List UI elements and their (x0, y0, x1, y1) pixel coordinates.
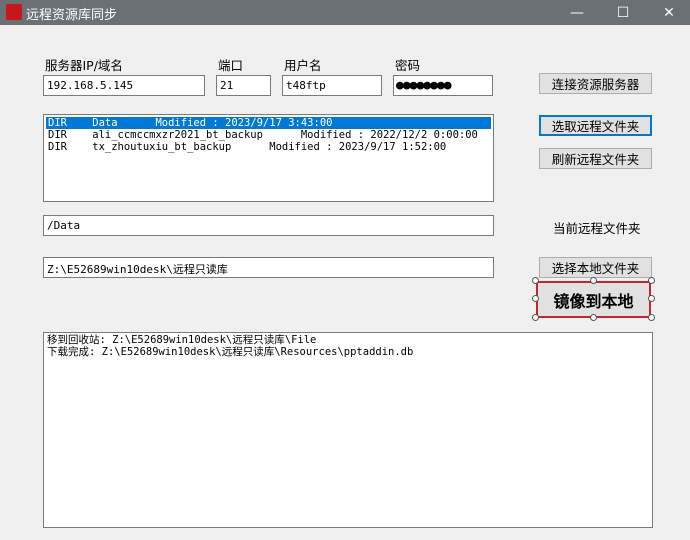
close-button[interactable]: ✕ (646, 0, 690, 25)
list-item[interactable]: DIR Data Modified : 2023/9/17 3:43:00 (46, 117, 491, 129)
minimize-button[interactable]: — (554, 0, 600, 25)
refresh-remote-folder-button[interactable]: 刷新远程文件夹 (539, 148, 652, 169)
password-input[interactable]: ●●●●●●●● (393, 75, 493, 96)
log-line: 移到回收站: Z:\E52689win10desk\远程只读库\File (47, 334, 317, 346)
resize-handle[interactable] (532, 314, 539, 321)
remote-folder-list[interactable]: DIR Data Modified : 2023/9/17 3:43:00 DI… (43, 114, 494, 202)
app-icon (6, 4, 22, 20)
username-input[interactable]: t48ftp (282, 75, 382, 96)
local-path-field[interactable]: Z:\E52689win10desk\远程只读库 (43, 257, 494, 278)
connect-server-button[interactable]: 连接资源服务器 (539, 73, 652, 94)
window-title: 远程资源库同步 (26, 8, 118, 23)
current-remote-folder-label: 当前远程文件夹 (553, 221, 641, 236)
resize-handle[interactable] (648, 314, 655, 321)
resize-handle[interactable] (648, 277, 655, 284)
remote-path-field[interactable]: /Data (43, 215, 494, 236)
log-line: 下载完成: Z:\E52689win10desk\远程只读库\Resources… (47, 346, 414, 358)
log-textarea[interactable]: 移到回收站: Z:\E52689win10desk\远程只读库\File 下载完… (43, 332, 653, 528)
resize-handle[interactable] (590, 314, 597, 321)
port-label: 端口 (218, 58, 244, 73)
list-item[interactable]: DIR tx_zhoutuxiu_bt_backup Modified : 20… (46, 141, 491, 153)
resize-handle[interactable] (532, 277, 539, 284)
port-input[interactable]: 21 (216, 75, 271, 96)
username-label: 用户名 (284, 58, 322, 73)
select-local-folder-button[interactable]: 选择本地文件夹 (539, 257, 652, 278)
password-label: 密码 (395, 58, 421, 73)
resize-handle[interactable] (532, 295, 539, 302)
list-item[interactable]: DIR ali_ccmccmxzr2021_bt_backup Modified… (46, 129, 491, 141)
resize-handle[interactable] (648, 295, 655, 302)
select-remote-folder-button[interactable]: 选取远程文件夹 (539, 115, 652, 136)
maximize-button[interactable]: ☐ (600, 0, 646, 25)
resize-handle[interactable] (590, 277, 597, 284)
server-input[interactable]: 192.168.5.145 (43, 75, 205, 96)
server-label: 服务器IP/域名 (45, 58, 123, 73)
mirror-to-local-button[interactable]: 镜像到本地 (536, 281, 651, 318)
